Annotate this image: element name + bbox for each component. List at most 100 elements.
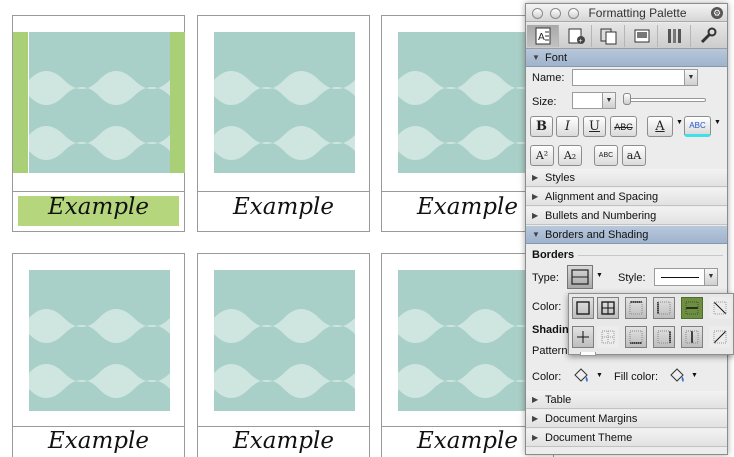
- section-label: Document Margins: [545, 413, 638, 425]
- scrapbook-icon[interactable]: [593, 25, 625, 47]
- page: Example Example Example Example Example …: [0, 0, 734, 457]
- object-palette-icon[interactable]: +: [560, 25, 592, 47]
- svg-text:+: +: [578, 38, 582, 45]
- border-style-label: Style:: [618, 272, 646, 284]
- card-1[interactable]: Example: [12, 15, 185, 232]
- box-border-icon[interactable]: [572, 297, 594, 319]
- diagonal-down-border-icon[interactable]: [709, 297, 731, 319]
- inside-borders-icon[interactable]: [572, 326, 594, 348]
- card-divider: [13, 426, 184, 427]
- border-type-label: Type:: [532, 272, 559, 284]
- small-caps-button[interactable]: ABC: [594, 145, 618, 166]
- superscript-button[interactable]: A²: [530, 145, 554, 166]
- chevron-down-icon[interactable]: ▼: [676, 119, 683, 126]
- formatting-icon[interactable]: A: [527, 25, 559, 47]
- change-case-button[interactable]: aA: [622, 145, 646, 166]
- disclosure-right-icon: ▶: [532, 395, 539, 404]
- card-divider: [198, 191, 369, 192]
- wave-picture[interactable]: [214, 32, 355, 173]
- fill-color-label: Fill color:: [614, 371, 659, 383]
- font-name-label: Name:: [532, 72, 565, 84]
- section-label: Bullets and Numbering: [545, 210, 657, 222]
- border-type-popup[interactable]: [568, 293, 734, 355]
- shading-color-label: Color:: [532, 371, 562, 383]
- settings-icon[interactable]: ⚙: [711, 7, 723, 19]
- compatibility-icon[interactable]: [659, 25, 691, 47]
- wave-picture[interactable]: [398, 32, 539, 173]
- wave-picture[interactable]: [398, 270, 539, 411]
- top-border-icon[interactable]: [625, 297, 647, 319]
- inside-vertical-border-icon[interactable]: [681, 326, 703, 348]
- disclosure-down-icon: ▼: [532, 230, 540, 239]
- border-style-select[interactable]: ▼: [654, 268, 718, 286]
- disclosure-right-icon: ▶: [532, 414, 539, 423]
- chevron-down-icon[interactable]: ▼: [596, 372, 603, 379]
- palette-toolbar: A +: [526, 23, 727, 49]
- inside-horizontal-border-icon[interactable]: [681, 297, 703, 319]
- project-palette-icon[interactable]: [692, 25, 724, 47]
- disclosure-down-icon: ▼: [532, 53, 540, 62]
- section-borders-header[interactable]: ▼ Borders and Shading: [526, 226, 727, 244]
- font-size-field[interactable]: ▼: [572, 92, 616, 109]
- palette-title: Formatting Palette: [588, 6, 687, 20]
- disclosure-right-icon: ▶: [532, 433, 539, 442]
- section-alignment-header[interactable]: ▶ Alignment and Spacing: [526, 188, 727, 206]
- card-caption[interactable]: Example: [13, 428, 184, 454]
- wave-picture[interactable]: [214, 270, 355, 411]
- pattern-field-edge: [580, 352, 596, 356]
- italic-button[interactable]: I: [556, 116, 579, 137]
- section-font-header[interactable]: ▼ Font: [526, 49, 727, 67]
- card-caption[interactable]: Example: [198, 194, 369, 220]
- card-2[interactable]: Example: [197, 15, 370, 232]
- right-border-bar: [170, 32, 185, 173]
- svg-text:A: A: [538, 32, 545, 43]
- section-label: Table: [545, 394, 572, 406]
- chevron-down-icon[interactable]: ▼: [691, 372, 698, 379]
- subscript-button[interactable]: A₂: [558, 145, 582, 166]
- font-name-field[interactable]: ▼: [572, 69, 698, 86]
- section-label: Styles: [545, 172, 575, 184]
- card-5[interactable]: Example: [197, 253, 370, 457]
- card-caption[interactable]: Example: [198, 428, 369, 454]
- chevron-down-icon[interactable]: ▼: [596, 272, 603, 279]
- separator: [578, 255, 723, 256]
- section-theme-header[interactable]: ▶ Document Theme: [526, 429, 727, 447]
- paint-bucket-icon[interactable]: [571, 366, 591, 386]
- formatting-palette[interactable]: Formatting Palette ⚙ A + ▼ Font Name: ▼ …: [525, 3, 728, 455]
- chevron-down-icon[interactable]: ▼: [704, 269, 717, 285]
- chevron-down-icon[interactable]: ▼: [714, 119, 721, 126]
- section-label: Alignment and Spacing: [545, 191, 659, 203]
- shading-title: Shadin: [532, 324, 569, 336]
- chevron-down-icon[interactable]: ▼: [602, 93, 615, 108]
- left-border-icon[interactable]: [653, 297, 675, 319]
- palette-titlebar[interactable]: Formatting Palette ⚙: [526, 4, 727, 22]
- font-color-button[interactable]: A: [647, 116, 673, 137]
- border-type-button[interactable]: [567, 265, 593, 289]
- font-size-slider-track[interactable]: [626, 98, 706, 102]
- bold-button[interactable]: B: [530, 116, 553, 137]
- card-4[interactable]: Example: [12, 253, 185, 457]
- reference-tools-icon[interactable]: [626, 25, 658, 47]
- underline-button[interactable]: U: [583, 116, 606, 137]
- chevron-down-icon[interactable]: ▼: [684, 70, 697, 85]
- paint-bucket-icon[interactable]: [667, 366, 687, 386]
- section-margins-header[interactable]: ▶ Document Margins: [526, 410, 727, 428]
- section-table-header[interactable]: ▶ Table: [526, 391, 727, 409]
- bottom-border-icon[interactable]: [625, 326, 647, 348]
- right-border-icon[interactable]: [653, 326, 675, 348]
- borders-title: Borders: [532, 249, 575, 261]
- card-caption[interactable]: Example: [13, 194, 184, 220]
- wave-picture[interactable]: [29, 32, 170, 173]
- wave-picture[interactable]: [29, 270, 170, 411]
- section-styles-header[interactable]: ▶ Styles: [526, 169, 727, 187]
- highlight-button[interactable]: ABC: [684, 116, 711, 137]
- disclosure-right-icon: ▶: [532, 192, 539, 201]
- left-border-bar: [13, 32, 28, 173]
- disclosure-right-icon: ▶: [532, 211, 539, 220]
- section-bullets-header[interactable]: ▶ Bullets and Numbering: [526, 207, 727, 225]
- all-borders-icon[interactable]: [597, 297, 619, 319]
- strikethrough-button[interactable]: ABC: [610, 116, 637, 137]
- font-size-slider-thumb[interactable]: [623, 93, 631, 105]
- no-border-icon[interactable]: [597, 326, 619, 348]
- diagonal-up-border-icon[interactable]: [709, 326, 731, 348]
